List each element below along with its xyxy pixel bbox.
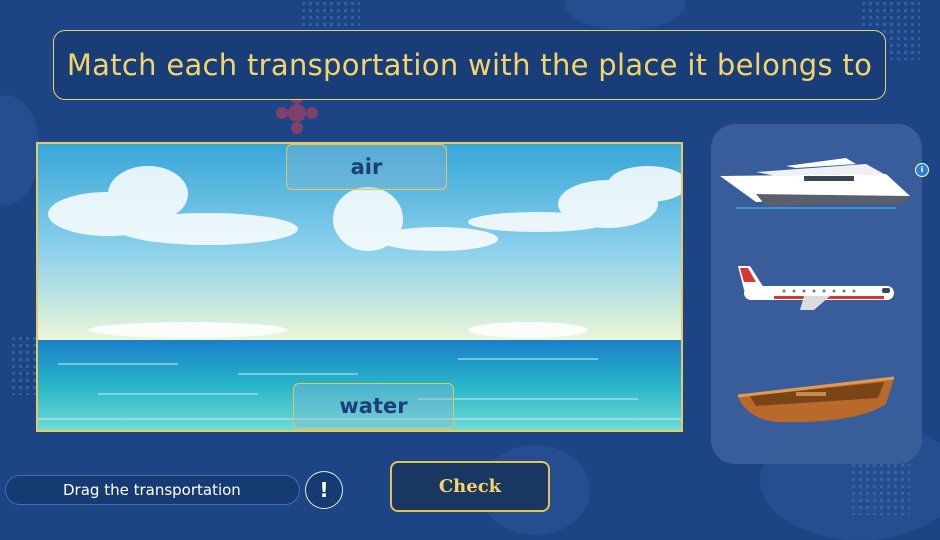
info-icon: i (915, 163, 929, 177)
hint-bar: Drag the transportation (5, 475, 300, 505)
alert-button[interactable]: ! (305, 471, 343, 509)
exclamation-icon: ! (319, 478, 329, 502)
hint-text: Drag the transportation (63, 481, 241, 499)
bg-shape (0, 95, 40, 205)
drop-zone-air[interactable]: air (286, 144, 447, 190)
bg-dots (850, 455, 910, 515)
drop-zone-water[interactable]: water (293, 383, 454, 429)
bg-shape (565, 0, 685, 30)
instruction-banner: Match each transportation with the place… (53, 30, 886, 100)
airplane-icon[interactable] (734, 262, 899, 312)
yacht-icon[interactable] (716, 156, 912, 212)
check-button[interactable]: Check (390, 461, 550, 512)
page-title: Match each transportation with the place… (66, 48, 873, 82)
rowboat-icon[interactable] (736, 374, 896, 426)
check-button-label: Check (438, 476, 502, 497)
